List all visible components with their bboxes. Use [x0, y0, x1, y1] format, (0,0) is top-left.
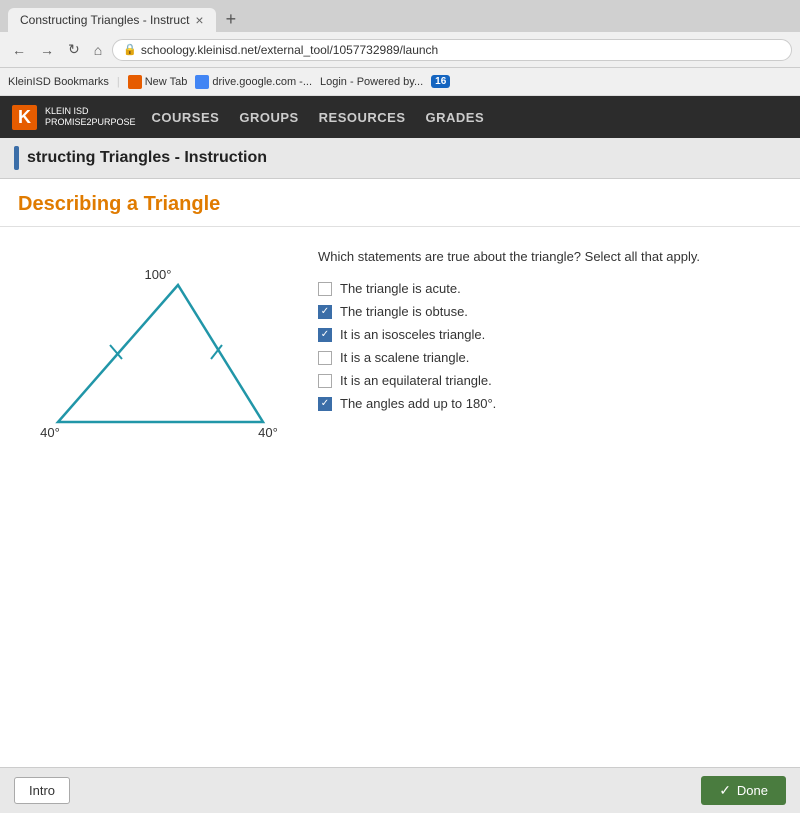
home-button[interactable]: ⌂ — [90, 40, 106, 60]
lock-icon: 🔒 — [123, 43, 137, 56]
svg-text:100°: 100° — [145, 267, 172, 282]
done-button[interactable]: ✓ Done — [701, 776, 786, 805]
option-row-0: The triangle is acute. — [318, 281, 782, 296]
checkbox-4[interactable] — [318, 374, 332, 388]
questions-area: Which statements are true about the tria… — [318, 247, 782, 587]
option-label-1: The triangle is obtuse. — [340, 304, 468, 319]
tab-close-icon[interactable]: × — [195, 12, 203, 28]
schoology-navbar: K KLEIN ISD PROMISE2PURPOSE COURSES GROU… — [0, 96, 800, 138]
tab-bar: Constructing Triangles - Instruct × + — [0, 0, 800, 32]
active-tab[interactable]: Constructing Triangles - Instruct × — [8, 8, 216, 32]
logo-area: K KLEIN ISD PROMISE2PURPOSE — [12, 105, 136, 130]
bookmark-login[interactable]: Login - Powered by... — [320, 76, 423, 88]
reload-button[interactable]: ↻ — [64, 39, 84, 60]
option-row-4: It is an equilateral triangle. — [318, 373, 782, 388]
url-bar[interactable]: 🔒 schoology.kleinisd.net/external_tool/1… — [112, 39, 792, 61]
bookmarks-label: KleinISD Bookmarks — [8, 76, 109, 88]
option-row-1: The triangle is obtuse. — [318, 304, 782, 319]
checkbox-1[interactable] — [318, 305, 332, 319]
bookmark-newtab[interactable]: New Tab — [128, 75, 188, 89]
nav-courses[interactable]: COURSES — [152, 110, 220, 125]
content-area: Describing a Triangle 100° 40° 40° Which… — [0, 179, 800, 607]
address-bar: ← → ↻ ⌂ 🔒 schoology.kleinisd.net/externa… — [0, 32, 800, 68]
checkbox-3[interactable] — [318, 351, 332, 365]
question-text: Which statements are true about the tria… — [318, 247, 782, 267]
google-icon — [195, 75, 209, 89]
section-title: Describing a Triangle — [18, 193, 220, 215]
tab-title: Constructing Triangles - Instruct — [20, 13, 189, 27]
logo-k: K — [12, 105, 37, 130]
svg-text:40°: 40° — [258, 425, 278, 440]
triangle-area: 100° 40° 40° — [18, 247, 298, 587]
bookmarks-bar: KleinISD Bookmarks | New Tab drive.googl… — [0, 68, 800, 96]
bottom-bar: Intro ✓ Done — [0, 767, 800, 813]
quiz-body: 100° 40° 40° Which statements are true a… — [0, 227, 800, 607]
url-text: schoology.kleinisd.net/external_tool/105… — [141, 43, 438, 57]
content-spacer — [0, 607, 800, 767]
option-row-5: The angles add up to 180°. — [318, 396, 782, 411]
nav-resources[interactable]: RESOURCES — [319, 110, 406, 125]
done-label: Done — [737, 783, 768, 798]
option-label-2: It is an isosceles triangle. — [340, 327, 485, 342]
triangle-svg: 100° 40° 40° — [28, 257, 288, 457]
checkbox-0[interactable] — [318, 282, 332, 296]
nav-grades[interactable]: GRADES — [426, 110, 485, 125]
option-label-0: The triangle is acute. — [340, 281, 461, 296]
option-label-5: The angles add up to 180°. — [340, 396, 496, 411]
logo-text: KLEIN ISD PROMISE2PURPOSE — [45, 106, 136, 128]
back-button[interactable]: ← — [8, 40, 30, 60]
new-tab-button[interactable]: + — [216, 6, 247, 32]
option-label-3: It is a scalene triangle. — [340, 350, 469, 365]
nav-groups[interactable]: GROUPS — [239, 110, 298, 125]
bookmark-google[interactable]: drive.google.com -... — [195, 75, 312, 89]
checkbox-5[interactable] — [318, 397, 332, 411]
forward-button[interactable]: → — [36, 40, 58, 60]
option-label-4: It is an equilateral triangle. — [340, 373, 492, 388]
section-title-bar: Describing a Triangle — [0, 179, 800, 227]
browser-chrome: Constructing Triangles - Instruct × + ← … — [0, 0, 800, 96]
option-row-2: It is an isosceles triangle. — [318, 327, 782, 342]
page-header: structing Triangles - Instruction — [0, 138, 800, 179]
nav-links: COURSES GROUPS RESOURCES GRADES — [152, 110, 485, 125]
done-check-icon: ✓ — [719, 782, 731, 799]
svg-text:40°: 40° — [40, 425, 60, 440]
option-row-3: It is a scalene triangle. — [318, 350, 782, 365]
notification-badge: 16 — [431, 75, 450, 88]
header-bar-accent — [14, 146, 19, 170]
newtab-icon — [128, 75, 142, 89]
page-title: structing Triangles - Instruction — [27, 149, 267, 167]
checkbox-2[interactable] — [318, 328, 332, 342]
